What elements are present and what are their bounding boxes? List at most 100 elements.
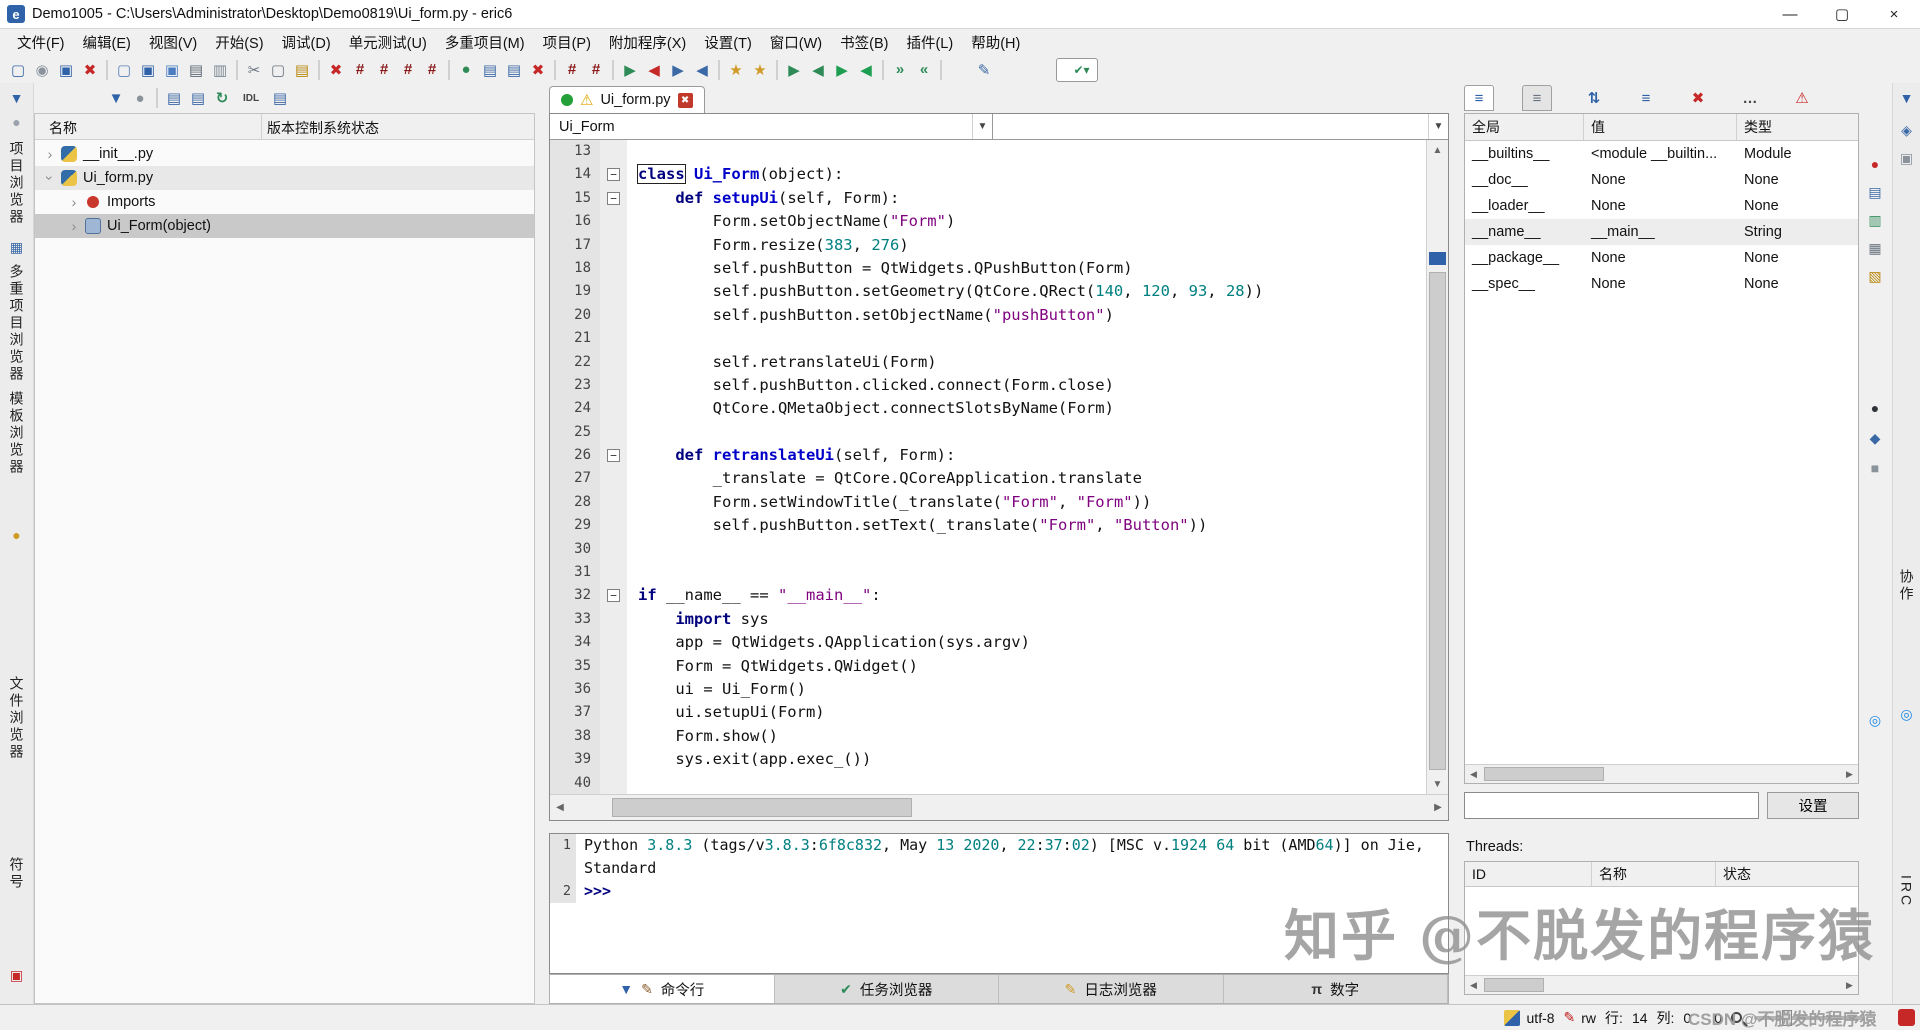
symbols-icon[interactable]: ◎: [1896, 703, 1918, 725]
line-number[interactable]: 13: [550, 140, 600, 163]
maximize-button[interactable]: ▢: [1816, 0, 1868, 28]
line-number[interactable]: 34: [550, 631, 600, 654]
fold-margin[interactable]: [600, 631, 627, 654]
open-document-icon[interactable]: ▤: [186, 86, 210, 110]
python-shell[interactable]: 1Python 3.8.3 (tags/v3.8.3:6f8c832, May …: [549, 833, 1449, 974]
bottom-tab-log-viewer[interactable]: ✎日志浏览器: [999, 975, 1224, 1003]
horizontal-scroll-thumb[interactable]: [1484, 978, 1544, 992]
bookmark-previous-icon[interactable]: #: [396, 58, 420, 82]
tree-item[interactable]: ›__init__.py: [35, 142, 534, 166]
scroll-right-icon[interactable]: ▶: [1841, 765, 1858, 783]
scroll-up-icon[interactable]: ▲: [1427, 140, 1448, 160]
globals-row[interactable]: __doc__NoneNone: [1465, 167, 1858, 193]
tree-item[interactable]: ›Ui_form.py: [35, 166, 534, 190]
sidebar-template-viewer[interactable]: 模板浏览器: [7, 391, 27, 476]
fold-marker-icon[interactable]: −: [607, 449, 620, 462]
line-number[interactable]: 16: [550, 210, 600, 233]
debug-stop-icon[interactable]: ◀: [642, 58, 666, 82]
sidebar-symbols[interactable]: 符号: [7, 857, 27, 891]
multiproject-icon[interactable]: ▦: [6, 236, 28, 258]
disassembly-icon[interactable]: ■: [1864, 457, 1886, 479]
line-number[interactable]: 19: [550, 280, 600, 303]
editor-tab[interactable]: ⚠ Ui_form.py ✖: [549, 86, 705, 113]
line-number[interactable]: 21: [550, 327, 600, 350]
editor-vertical-scrollbar[interactable]: ▲ ▼: [1426, 140, 1448, 794]
fold-margin[interactable]: [600, 421, 627, 444]
globals-tab-icon[interactable]: ≡: [1464, 85, 1494, 111]
fold-margin[interactable]: [600, 140, 627, 163]
line-number[interactable]: 36: [550, 678, 600, 701]
help-icon[interactable]: ◎: [1864, 709, 1886, 731]
chevron-down-icon[interactable]: ▼: [1428, 114, 1448, 139]
fold-margin[interactable]: [600, 514, 627, 537]
bookmark-clear-icon[interactable]: #: [420, 58, 444, 82]
fold-margin[interactable]: [600, 234, 627, 257]
minimize-button[interactable]: —: [1764, 0, 1816, 28]
bottom-tab-task-viewer[interactable]: ✔任务浏览器: [775, 975, 1000, 1003]
debug-script-icon[interactable]: ▶: [830, 58, 854, 82]
fold-margin[interactable]: [600, 655, 627, 678]
line-number[interactable]: 28: [550, 491, 600, 514]
tab-close-icon[interactable]: ✖: [678, 93, 693, 108]
line-number[interactable]: 31: [550, 561, 600, 584]
bottom-tab-numbers[interactable]: π数字: [1224, 975, 1449, 1003]
debug-filter-icon[interactable]: ▼: [1896, 87, 1918, 109]
fold-margin[interactable]: −: [600, 444, 627, 467]
save-as-icon[interactable]: ▣: [160, 58, 184, 82]
line-number[interactable]: 23: [550, 374, 600, 397]
column-divider[interactable]: [261, 114, 262, 140]
fold-margin[interactable]: [600, 327, 627, 350]
bottom-tab-shell[interactable]: ▼✎命令行: [550, 975, 775, 1003]
column-header-value[interactable]: 值: [1584, 114, 1737, 140]
fold-margin[interactable]: [600, 725, 627, 748]
line-number[interactable]: 40: [550, 772, 600, 794]
tree-item[interactable]: ›Imports: [35, 190, 534, 214]
run-script-icon[interactable]: ▶: [782, 58, 806, 82]
fold-margin[interactable]: [600, 280, 627, 303]
line-number[interactable]: 24: [550, 397, 600, 420]
line-number[interactable]: 30: [550, 538, 600, 561]
fold-marker-icon[interactable]: −: [607, 192, 620, 205]
menu-item[interactable]: 视图(V): [140, 32, 206, 53]
horizontal-scroll-thumb[interactable]: [1484, 767, 1604, 781]
variables-filter-input[interactable]: [1464, 792, 1759, 819]
save-window-icon[interactable]: ▣: [54, 58, 78, 82]
line-number[interactable]: 22: [550, 351, 600, 374]
vertical-scroll-thumb[interactable]: [1429, 272, 1446, 770]
menu-item[interactable]: 开始(S): [206, 32, 272, 53]
print-icon[interactable]: ▤: [184, 58, 208, 82]
menu-item[interactable]: 多重项目(M): [436, 32, 534, 53]
column-header-state[interactable]: 状态: [1716, 864, 1858, 884]
menu-item[interactable]: 插件(L): [897, 32, 962, 53]
step-into-icon[interactable]: »: [888, 58, 912, 82]
line-number[interactable]: 39: [550, 748, 600, 771]
filter-dropdown[interactable]: ✔▾: [1056, 58, 1098, 82]
idl-compile-icon[interactable]: IDL: [234, 86, 268, 110]
bookmark-toggle-icon[interactable]: #: [348, 58, 372, 82]
column-header-thread-name[interactable]: 名称: [1592, 862, 1716, 886]
fold-margin[interactable]: [600, 538, 627, 561]
sidebar-irc[interactable]: IRC: [1899, 875, 1915, 908]
fold-margin[interactable]: [600, 678, 627, 701]
fold-marker-icon[interactable]: −: [607, 168, 620, 181]
scroll-right-icon[interactable]: ▶: [1428, 795, 1448, 820]
menu-item[interactable]: 窗口(W): [761, 32, 831, 53]
print-preview-icon[interactable]: ▥: [208, 58, 232, 82]
viewmanager-filter-icon[interactable]: ▼: [104, 86, 128, 110]
project-refresh-icon[interactable]: ●: [6, 111, 28, 133]
syntax-check-icon[interactable]: #: [560, 58, 584, 82]
chevron-right-icon[interactable]: ›: [43, 146, 57, 162]
error-log-icon[interactable]: ▣: [6, 964, 28, 986]
interrupt-icon[interactable]: ▥: [1864, 209, 1886, 231]
chevron-down-icon[interactable]: ▼: [972, 114, 992, 139]
protocols-tab-icon[interactable]: ≡: [1522, 85, 1552, 111]
fold-margin[interactable]: [600, 608, 627, 631]
copy-icon[interactable]: ▢: [266, 58, 290, 82]
unittest-run-icon[interactable]: ★: [724, 58, 748, 82]
open-window-icon[interactable]: ◉: [30, 58, 54, 82]
globals-row[interactable]: __package__NoneNone: [1465, 245, 1858, 271]
line-number[interactable]: 27: [550, 467, 600, 490]
line-number[interactable]: 17: [550, 234, 600, 257]
debug-step-icon[interactable]: ▶: [666, 58, 690, 82]
chevron-down-icon[interactable]: ›: [42, 171, 58, 185]
